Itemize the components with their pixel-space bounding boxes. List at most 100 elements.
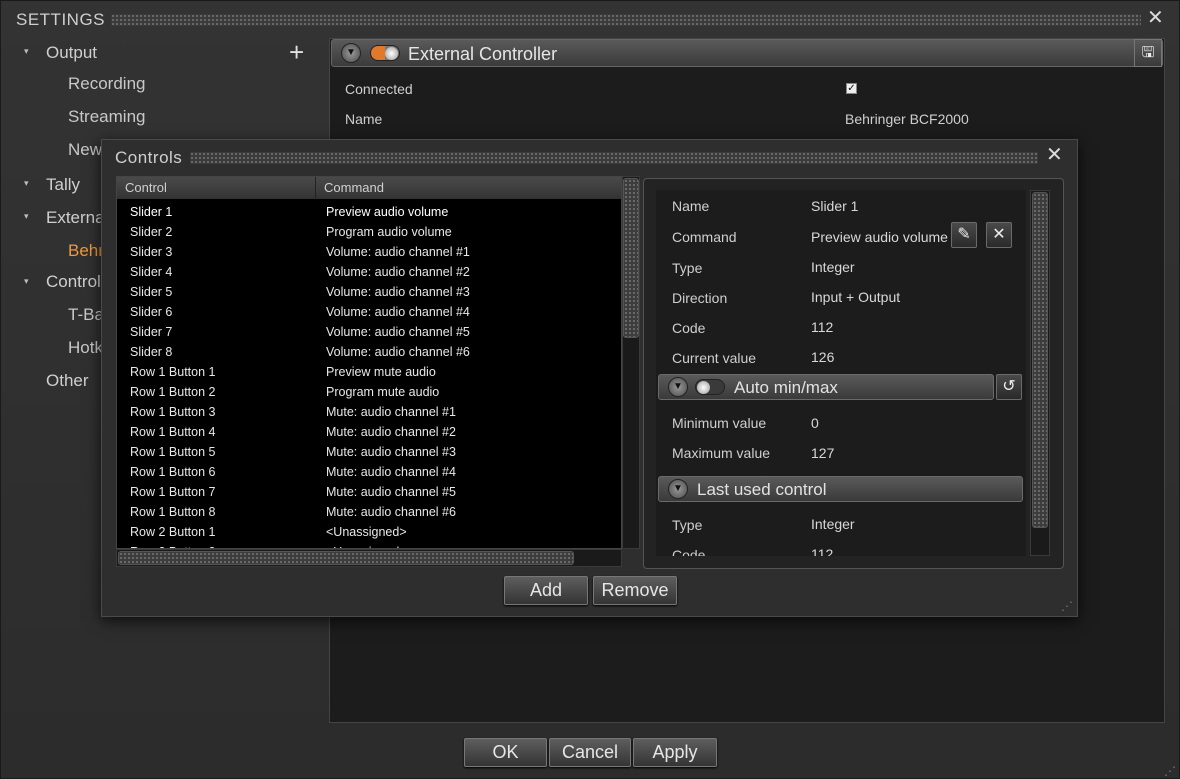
expand-icon[interactable]: ▼ (668, 479, 688, 499)
sidebar-item-other[interactable]: Other (46, 371, 89, 391)
row-command-cell: Volume: audio channel #2 (326, 265, 470, 279)
close-icon[interactable]: ✕ (1147, 8, 1164, 28)
collapse-triangle-icon[interactable]: ▾ (24, 178, 29, 189)
list-vscroll-thumb[interactable] (623, 178, 639, 338)
dialog-close-icon[interactable]: ✕ (1046, 145, 1063, 165)
detail-type-label: Type (672, 260, 703, 276)
table-row[interactable]: Slider 1 Preview audio volume (117, 202, 621, 222)
add-button[interactable]: Add (504, 576, 588, 605)
resize-grip-icon[interactable]: ⋰ (1164, 764, 1176, 778)
window-title: SETTINGS (16, 10, 106, 29)
column-header-command[interactable]: Command (316, 177, 621, 199)
table-row[interactable]: Slider 6 Volume: audio channel #4 (117, 302, 621, 322)
sidebar-item-new[interactable]: New (68, 140, 102, 160)
detail-type-value: Integer (811, 259, 855, 275)
reset-icon[interactable]: ↺ (996, 374, 1022, 400)
row-command-cell: Program mute audio (326, 385, 440, 399)
table-row[interactable]: Slider 4 Volume: audio channel #2 (117, 262, 621, 282)
title-bar[interactable]: SETTINGS ✕ (1, 1, 1180, 37)
detail-code-value: 112 (811, 319, 834, 335)
table-row[interactable]: Row 1 Button 8 Mute: audio channel #6 (117, 502, 621, 522)
last-code-clip: Code 112 (656, 540, 1026, 556)
sidebar-item-external[interactable]: Externa (46, 208, 105, 228)
detail-command-value: Preview audio volume (811, 229, 948, 245)
sidebar-item-controls[interactable]: Control (46, 272, 101, 292)
detail-vscroll-thumb[interactable] (1032, 192, 1048, 528)
detail-direction-value: Input + Output (811, 289, 901, 305)
clear-command-icon[interactable]: ✕ (986, 222, 1012, 248)
detail-name-label: Name (672, 198, 710, 214)
cancel-button[interactable]: Cancel (549, 738, 631, 767)
expand-icon[interactable]: ▼ (341, 43, 361, 63)
sidebar-item-recording[interactable]: Recording (68, 74, 146, 94)
min-value-label: Minimum value (672, 415, 767, 431)
remove-button[interactable]: Remove (593, 576, 677, 605)
table-row[interactable]: Row 2 Button 1 <Unassigned> (117, 522, 621, 542)
controls-table[interactable]: Control Command Slider 1 Preview audio vo… (116, 176, 622, 549)
sidebar-item-tally[interactable]: Tally (46, 175, 80, 195)
detail-current-label: Current value (672, 350, 757, 366)
row-command-cell: Volume: audio channel #3 (326, 285, 470, 299)
last-code-value: 112 (811, 546, 834, 556)
table-row[interactable]: Row 1 Button 7 Mute: audio channel #5 (117, 482, 621, 502)
max-value: 127 (811, 445, 835, 461)
edit-icon[interactable]: ✎ (951, 222, 977, 248)
column-header-control[interactable]: Control (117, 177, 316, 199)
collapse-triangle-icon[interactable]: ▾ (24, 46, 29, 57)
table-row[interactable]: Row 1 Button 4 Mute: audio channel #2 (117, 422, 621, 442)
row-control-cell: Row 1 Button 6 (130, 465, 216, 479)
sidebar-item-output[interactable]: Output (46, 43, 97, 63)
table-row[interactable]: Row 1 Button 1 Preview mute audio (117, 362, 621, 382)
row-control-cell: Row 1 Button 4 (130, 425, 216, 439)
table-row[interactable]: Row 1 Button 2 Program mute audio (117, 382, 621, 402)
dialog-resize-grip-icon[interactable]: ⋰ (1061, 599, 1073, 613)
auto-minmax-header: ▼ Auto min/max (658, 374, 994, 400)
row-command-cell: Preview audio volume (326, 205, 449, 219)
connected-checkbox[interactable]: ✓ (846, 83, 857, 94)
row-control-cell: Slider 1 (130, 205, 173, 219)
table-row[interactable]: Slider 3 Volume: audio channel #1 (117, 242, 621, 262)
table-row[interactable]: Slider 2 Program audio volume (117, 222, 621, 242)
name-value: Behringer BCF2000 (845, 111, 969, 127)
max-value-label: Maximum value (672, 445, 771, 461)
sidebar-item-streaming[interactable]: Streaming (68, 107, 145, 127)
detail-current-value: 126 (811, 349, 835, 365)
row-command-cell: Preview mute audio (326, 365, 436, 379)
detail-command-label: Command (672, 229, 737, 245)
row-control-cell: Slider 7 (130, 325, 173, 339)
add-icon[interactable]: + (289, 39, 304, 65)
row-command-cell: Mute: audio channel #1 (326, 405, 456, 419)
table-row[interactable]: Slider 8 Volume: audio channel #6 (117, 342, 621, 362)
row-control-cell: Slider 2 (130, 225, 173, 239)
save-icon[interactable]: 🖫 (1134, 39, 1162, 67)
table-row[interactable]: Slider 5 Volume: audio channel #3 (117, 282, 621, 302)
collapse-triangle-icon[interactable]: ▾ (24, 276, 29, 287)
row-command-cell: Volume: audio channel #1 (326, 245, 470, 259)
row-control-cell: Row 1 Button 3 (130, 405, 216, 419)
expand-icon[interactable]: ▼ (668, 377, 688, 397)
row-command-cell: Mute: audio channel #3 (326, 445, 456, 459)
table-row[interactable]: Row 2 Button 2<Unassigned> (117, 542, 621, 548)
enable-toggle[interactable] (370, 45, 400, 61)
row-command-cell: Volume: audio channel #4 (326, 305, 470, 319)
auto-minmax-toggle[interactable] (695, 379, 725, 395)
ok-button[interactable]: OK (464, 738, 547, 767)
sidebar-item-hotkeys[interactable]: Hotk (68, 338, 103, 358)
collapse-triangle-icon[interactable]: ▾ (24, 211, 29, 222)
table-row[interactable]: Row 1 Button 5 Mute: audio channel #3 (117, 442, 621, 462)
row-command-cell: Mute: audio channel #4 (326, 465, 456, 479)
list-hscroll-thumb[interactable] (118, 551, 574, 565)
table-row[interactable]: Slider 7 Volume: audio channel #5 (117, 322, 621, 342)
table-row[interactable]: Row 1 Button 3 Mute: audio channel #1 (117, 402, 621, 422)
row-command-cell: Program audio volume (326, 225, 452, 239)
sidebar-item-behringer[interactable]: Behr (68, 241, 104, 261)
dialog-title-grip[interactable] (190, 152, 1038, 164)
min-value: 0 (811, 415, 819, 431)
table-row[interactable]: Row 1 Button 6 Mute: audio channel #4 (117, 462, 621, 482)
apply-button[interactable]: Apply (633, 738, 717, 767)
row-control-cell: Row 1 Button 7 (130, 485, 216, 499)
sidebar-item-tbar[interactable]: T-Ba (68, 305, 104, 325)
title-grip[interactable] (111, 14, 1141, 26)
last-used-header: ▼ Last used control (658, 476, 1023, 502)
row-control-cell: Row 2 Button 1 (130, 525, 216, 539)
